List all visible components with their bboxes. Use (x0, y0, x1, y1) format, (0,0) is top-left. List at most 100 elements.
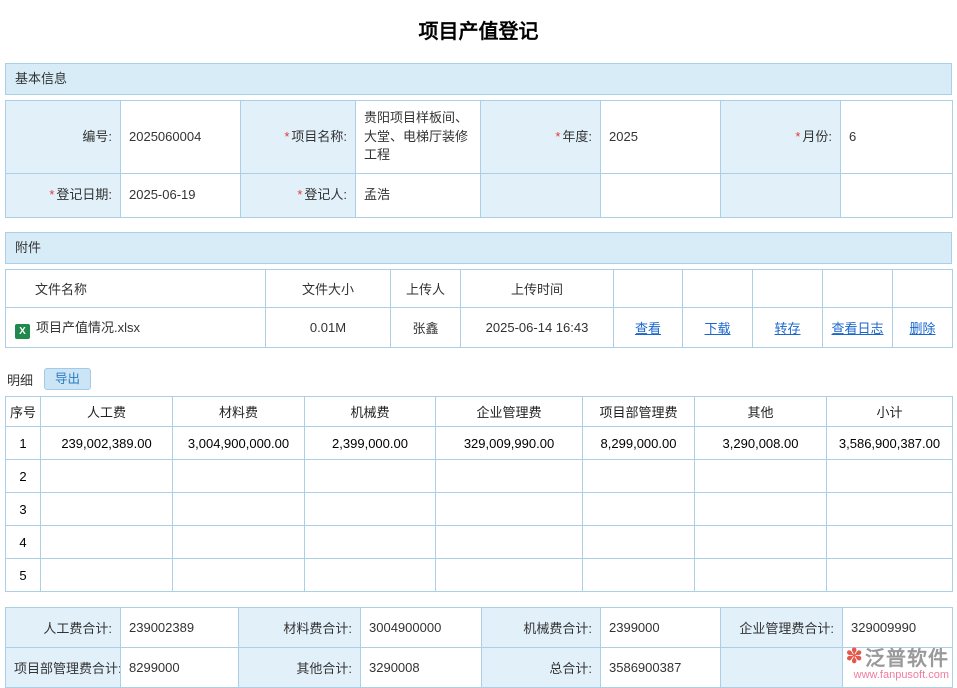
cell-machinery-cost (305, 460, 436, 493)
field-value-project-name: 贵阳项目样板间、大堂、电梯厅装修工程 (356, 101, 481, 174)
cell-subtotal (827, 559, 953, 592)
basic-info-row-1: 编号: 2025060004 *项目名称: 贵阳项目样板间、大堂、电梯厅装修工程… (6, 101, 953, 174)
required-asterisk: * (795, 129, 800, 144)
table-row: 2 (6, 460, 953, 493)
excel-file-icon (15, 324, 30, 339)
cell-enterprise-mgmt-fee (436, 460, 583, 493)
empty-label-cell (721, 174, 841, 218)
cell-seq: 1 (6, 427, 41, 460)
detail-section-header: 明细 导出 (5, 362, 952, 396)
field-label-text: 登记人: (304, 187, 347, 202)
field-value-month: 6 (841, 101, 953, 174)
cell-seq: 3 (6, 493, 41, 526)
basic-info-table: 编号: 2025060004 *项目名称: 贵阳项目样板间、大堂、电梯厅装修工程… (5, 100, 953, 218)
cell-enterprise-mgmt-fee (436, 493, 583, 526)
view-log-link[interactable]: 查看日志 (831, 321, 883, 336)
field-value-reg-date: 2025-06-19 (121, 174, 241, 218)
attachment-action-cell: 删除 (893, 308, 953, 348)
cell-subtotal: 3,586,900,387.00 (827, 427, 953, 460)
attachment-upload-time: 2025-06-14 16:43 (461, 308, 614, 348)
attachment-file-name-cell: 项目产值情况.xlsx (6, 308, 266, 348)
field-value-year: 2025 (601, 101, 721, 174)
cell-machinery-cost (305, 559, 436, 592)
field-label-year: *年度: (481, 101, 601, 174)
detail-header-row: 序号 人工费 材料费 机械费 企业管理费 项目部管理费 其他 小计 (6, 397, 953, 427)
cell-other (695, 526, 827, 559)
save-as-link[interactable]: 转存 (774, 321, 800, 336)
col-header-project-dept-mgmt-fee: 项目部管理费 (583, 397, 695, 427)
field-label-text: 登记日期: (56, 187, 112, 202)
col-header-other: 其他 (695, 397, 827, 427)
project-output-registration-page: 项目产值登记 基本信息 编号: 2025060004 *项目名称: 贵阳项目样板… (0, 0, 957, 682)
download-link[interactable]: 下载 (704, 321, 730, 336)
col-header-enterprise-mgmt-fee: 企业管理费 (436, 397, 583, 427)
attachment-action-cell: 下载 (683, 308, 753, 348)
cell-material-cost (173, 526, 305, 559)
table-row: 5 (6, 559, 953, 592)
total-label-enterprise-mgmt: 企业管理费合计: (721, 608, 843, 648)
total-value-machinery: 2399000 (601, 608, 721, 648)
total-label-labor: 人工费合计: (6, 608, 121, 648)
total-value-labor: 239002389 (121, 608, 239, 648)
field-label-code: 编号: (6, 101, 121, 174)
page-title: 项目产值登记 (5, 0, 952, 63)
col-header-uploader: 上传人 (391, 270, 461, 308)
attachments-header-row: 文件名称 文件大小 上传人 上传时间 (6, 270, 953, 308)
empty-value-cell (841, 174, 953, 218)
attachment-action-cell: 查看日志 (823, 308, 893, 348)
basic-info-row-2: *登记日期: 2025-06-19 *登记人: 孟浩 (6, 174, 953, 218)
cell-labor-cost (41, 526, 173, 559)
cell-enterprise-mgmt-fee: 329,009,990.00 (436, 427, 583, 460)
field-label-registrant: *登记人: (241, 174, 356, 218)
detail-section-title: 明细 (7, 370, 33, 389)
field-label-text: 编号: (82, 129, 112, 144)
cell-machinery-cost (305, 526, 436, 559)
cell-project-dept-mgmt-fee (583, 526, 695, 559)
cell-subtotal (827, 526, 953, 559)
cell-enterprise-mgmt-fee (436, 559, 583, 592)
summary-row-1: 人工费合计: 239002389 材料费合计: 3004900000 机械费合计… (6, 608, 953, 648)
cell-labor-cost (41, 493, 173, 526)
cell-material-cost (173, 559, 305, 592)
attachment-uploader: 张鑫 (391, 308, 461, 348)
col-header-labor-cost: 人工费 (41, 397, 173, 427)
export-button[interactable]: 导出 (44, 368, 91, 390)
attachments-section-title: 附件 (15, 240, 41, 255)
attachment-row: 项目产值情况.xlsx 0.01M 张鑫 2025-06-14 16:43 查看… (6, 308, 953, 348)
table-row: 3 (6, 493, 953, 526)
cell-machinery-cost (305, 493, 436, 526)
cell-labor-cost: 239,002,389.00 (41, 427, 173, 460)
total-label-material: 材料费合计: (239, 608, 361, 648)
col-header-file-name: 文件名称 (6, 270, 266, 308)
field-value-registrant: 孟浩 (356, 174, 481, 218)
cell-material-cost: 3,004,900,000.00 (173, 427, 305, 460)
attachment-file-size: 0.01M (266, 308, 391, 348)
cell-subtotal (827, 460, 953, 493)
summary-table: 人工费合计: 239002389 材料费合计: 3004900000 机械费合计… (5, 607, 953, 688)
cell-project-dept-mgmt-fee (583, 460, 695, 493)
field-label-project-name: *项目名称: (241, 101, 356, 174)
cell-subtotal (827, 493, 953, 526)
cell-other (695, 559, 827, 592)
required-asterisk: * (284, 129, 289, 144)
cell-other (695, 493, 827, 526)
attachment-action-cell: 查看 (614, 308, 683, 348)
col-header-seq: 序号 (6, 397, 41, 427)
col-header-upload-time: 上传时间 (461, 270, 614, 308)
field-label-reg-date: *登记日期: (6, 174, 121, 218)
col-header-action (823, 270, 893, 308)
cell-seq: 5 (6, 559, 41, 592)
cell-material-cost (173, 493, 305, 526)
col-header-machinery-cost: 机械费 (305, 397, 436, 427)
cell-other: 3,290,008.00 (695, 427, 827, 460)
attachment-file-name: 项目产值情况.xlsx (36, 320, 140, 335)
field-label-month: *月份: (721, 101, 841, 174)
delete-link[interactable]: 删除 (909, 321, 935, 336)
cell-labor-cost (41, 460, 173, 493)
field-value-code: 2025060004 (121, 101, 241, 174)
cell-project-dept-mgmt-fee (583, 493, 695, 526)
table-row: 1 239,002,389.00 3,004,900,000.00 2,399,… (6, 427, 953, 460)
cell-project-dept-mgmt-fee (583, 559, 695, 592)
view-link[interactable]: 查看 (635, 321, 661, 336)
col-header-subtotal: 小计 (827, 397, 953, 427)
